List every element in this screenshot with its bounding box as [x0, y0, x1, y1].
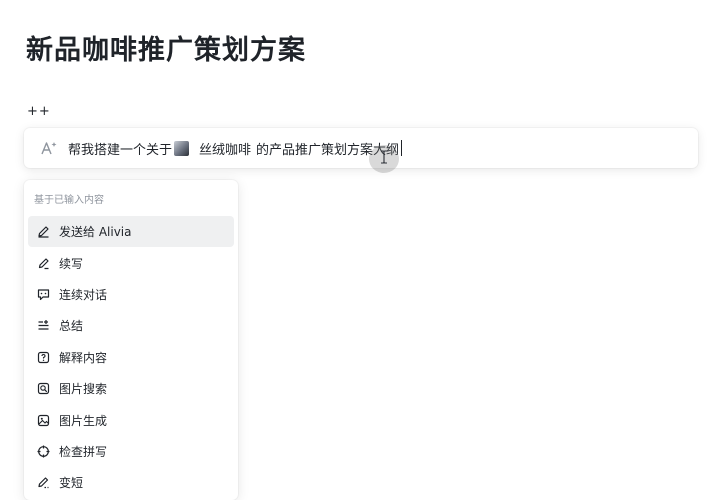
ai-sparkle-icon [38, 137, 60, 159]
prompt-text-before: 帮我搭建一个关于 [68, 142, 173, 158]
menu-item-spell-check[interactable]: 检查拼写 [28, 436, 234, 467]
pencil-icon [36, 225, 50, 239]
menu-item-label: 总结 [59, 319, 84, 334]
menu-item-label: 连续对话 [59, 287, 108, 302]
image-search-icon [36, 382, 50, 396]
pen-icon [36, 256, 50, 270]
doc-mention[interactable]: 丝绒咖啡 [174, 139, 251, 158]
menu-item-continue-writing[interactable]: 续写 [28, 247, 234, 278]
menu-item-label: 检查拼写 [59, 444, 108, 459]
text-cursor-icon [380, 150, 388, 164]
menu-item-send-to-alivia[interactable]: 发送给 Alivia [28, 216, 234, 248]
menu-item-image-search[interactable]: 图片搜索 [28, 373, 234, 404]
menu-item-label: 解释内容 [59, 350, 108, 365]
image-icon [36, 413, 50, 427]
menu-item-label: 图片搜索 [59, 382, 108, 397]
menu-section-header: 基于已输入内容 [34, 195, 104, 206]
mention-avatar [174, 140, 190, 156]
menu-item-shorten[interactable]: 变短 [28, 467, 234, 498]
shorten-icon [36, 476, 50, 490]
menu-item-image-generate[interactable]: 图片生成 [28, 404, 234, 435]
menu-item-summarize[interactable]: 总结 [28, 310, 234, 341]
page-title: 新品咖啡推广策划方案 [26, 35, 306, 66]
menu-item-continuous-chat[interactable]: 连续对话 [28, 279, 234, 310]
menu-item-label: 续写 [59, 256, 84, 271]
ai-prompt-input[interactable]: 帮我搭建一个关于 丝绒咖啡 的产品推广策划方案大纲 [68, 139, 403, 158]
mention-label: 丝绒咖啡 [199, 142, 252, 158]
question-icon [36, 350, 50, 364]
ai-action-menu: 基于已输入内容 发送给 Alivia 续写 连续对话 总结 解释内容 图片搜索 … [24, 180, 238, 500]
chat-icon [36, 287, 50, 301]
menu-item-label: 发送给 Alivia [59, 225, 132, 240]
menu-item-label: 变短 [59, 476, 84, 491]
crosshair-icon [36, 444, 50, 458]
menu-item-explain[interactable]: 解释内容 [28, 342, 234, 373]
ai-prompt-bar[interactable]: 帮我搭建一个关于 丝绒咖啡 的产品推广策划方案大纲 [24, 128, 698, 168]
trigger-text[interactable]: ++ [27, 104, 51, 119]
summary-icon [36, 319, 50, 333]
text-caret [401, 140, 403, 156]
menu-item-label: 图片生成 [59, 413, 108, 428]
